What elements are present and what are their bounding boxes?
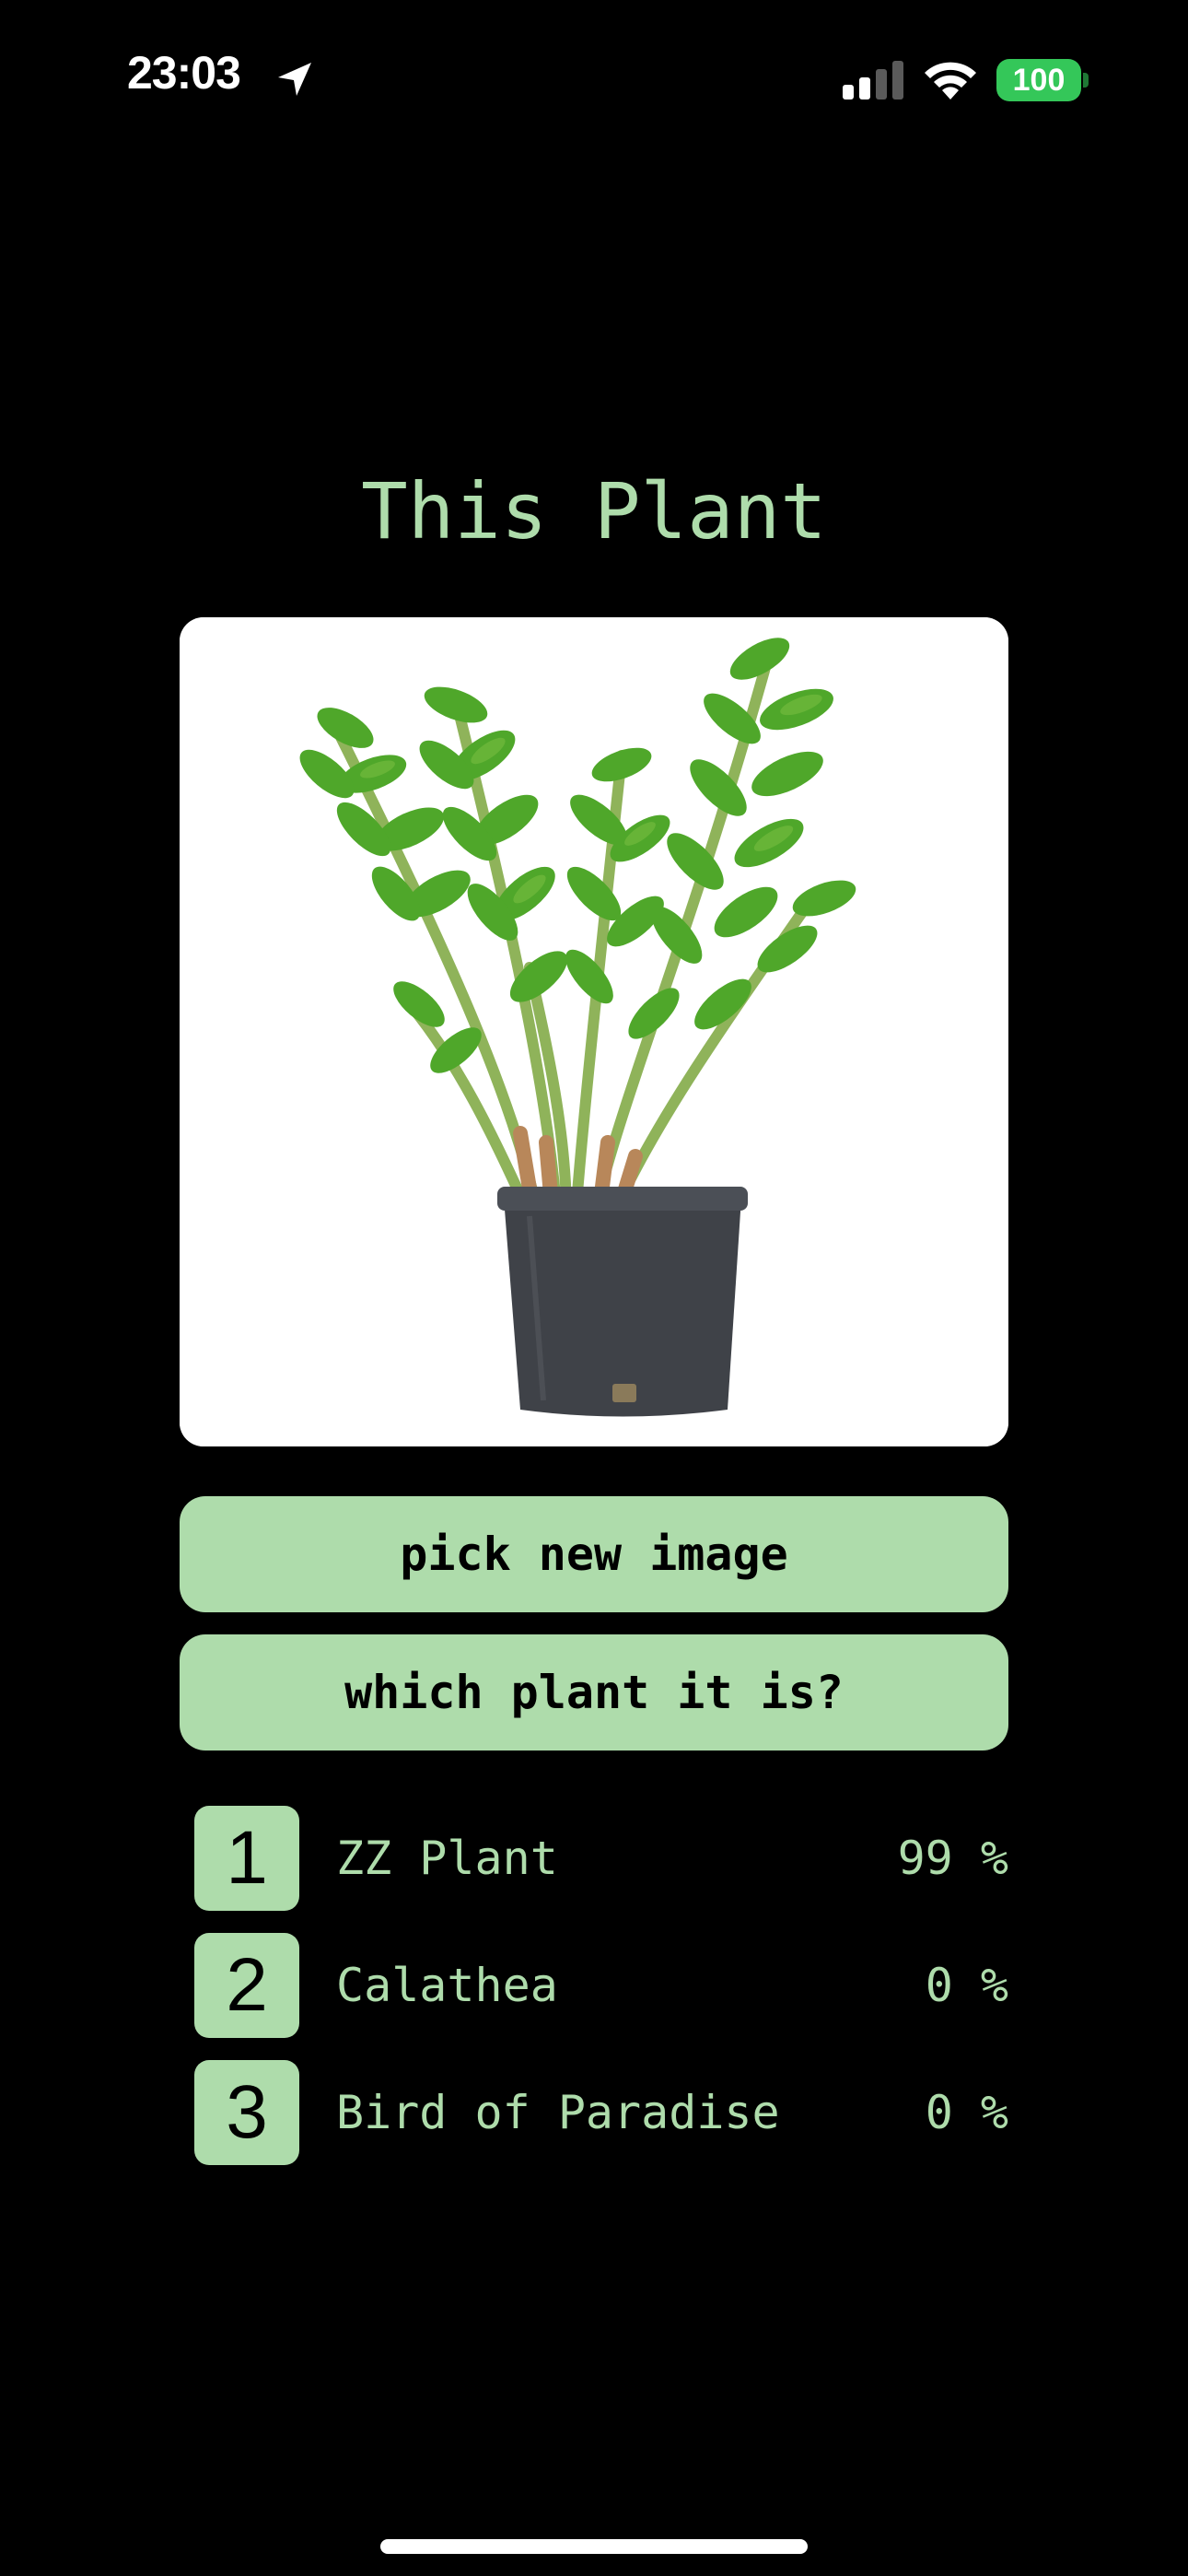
battery-nub: [1083, 73, 1089, 88]
status-time: 23:03: [127, 47, 241, 99]
rank-badge: 1: [194, 1806, 299, 1911]
rank-badge: 2: [194, 1933, 299, 2038]
wifi-icon: [925, 62, 976, 100]
battery-icon: 100: [996, 59, 1081, 101]
result-percent: 99 %: [897, 1832, 1008, 1885]
result-row: 2 Calathea 0 %: [180, 1933, 1008, 2060]
result-name: Bird of Paradise: [336, 2086, 780, 2139]
result-percent: 0 %: [925, 2086, 1008, 2139]
result-name: ZZ Plant: [336, 1832, 558, 1885]
rank-badge: 3: [194, 2060, 299, 2165]
plant-illustration: [180, 617, 1008, 1446]
results-list: 1 ZZ Plant 99 % 2 Calathea 0 % 3 Bird of…: [180, 1806, 1008, 2187]
plant-image: [180, 617, 1008, 1446]
pick-new-image-button[interactable]: pick new image: [180, 1496, 1008, 1612]
page-title: This Plant: [361, 466, 827, 556]
status-bar: 23:03 100: [0, 0, 1188, 157]
battery-level: 100: [1012, 63, 1066, 98]
result-row: 3 Bird of Paradise 0 %: [180, 2060, 1008, 2187]
identify-plant-button[interactable]: which plant it is?: [180, 1634, 1008, 1751]
home-indicator[interactable]: [380, 2539, 808, 2554]
cellular-signal-icon: [843, 61, 903, 100]
result-row: 1 ZZ Plant 99 %: [180, 1806, 1008, 1933]
result-percent: 0 %: [925, 1959, 1008, 2012]
result-name: Calathea: [336, 1959, 558, 2012]
location-arrow-icon: [278, 63, 311, 96]
